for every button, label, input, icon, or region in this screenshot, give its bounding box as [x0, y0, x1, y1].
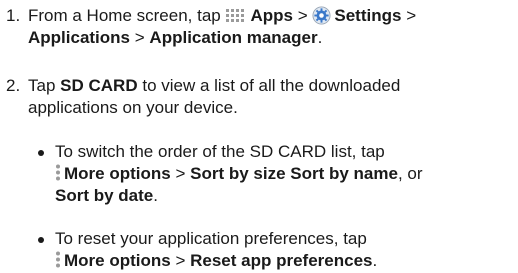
settings-gear-icon [312, 6, 331, 25]
separator: > [134, 28, 145, 47]
separator: > [175, 251, 186, 270]
separator: > [175, 164, 186, 183]
instructions-document: 1. From a Home screen, tap Apps > Settin… [0, 0, 518, 273]
step-2-line-2: applications on your device. [28, 98, 238, 117]
step-2-tap: Tap [28, 76, 56, 95]
application-manager-label: Application manager [149, 28, 318, 47]
more-options-icon [56, 251, 60, 268]
bullet-icon [38, 237, 44, 243]
separator: > [297, 6, 308, 25]
applications-label: Applications [28, 28, 131, 47]
bullet-icon [38, 150, 44, 156]
sort-by-date-label: Sort by date [55, 186, 154, 205]
separator: > [406, 6, 417, 25]
period: . [317, 28, 323, 47]
period: . [372, 251, 378, 270]
sort-by-size-name-label: Sort by size Sort by name [190, 164, 398, 183]
sd-card-label: SD CARD [60, 76, 138, 95]
step-2-rest: to view a list of all the downloaded [142, 76, 401, 95]
step-1-prefix: From a Home screen, tap [28, 6, 221, 25]
settings-label: Settings [334, 6, 402, 25]
reset-app-preferences-label: Reset app preferences [190, 251, 373, 270]
more-options-icon [56, 164, 60, 181]
bullet-2-line-1: To reset your application preferences, t… [55, 229, 367, 248]
more-options-label: More options [64, 164, 171, 183]
apps-label: Apps [250, 6, 293, 25]
step-1-number: 1. [6, 6, 21, 25]
more-options-label: More options [64, 251, 171, 270]
or-text: , or [397, 164, 423, 183]
bullet-1-line-1: To switch the order of the SD CARD list,… [55, 142, 385, 161]
step-2-number: 2. [6, 76, 21, 95]
period: . [153, 186, 158, 205]
apps-grid-icon [226, 9, 245, 22]
